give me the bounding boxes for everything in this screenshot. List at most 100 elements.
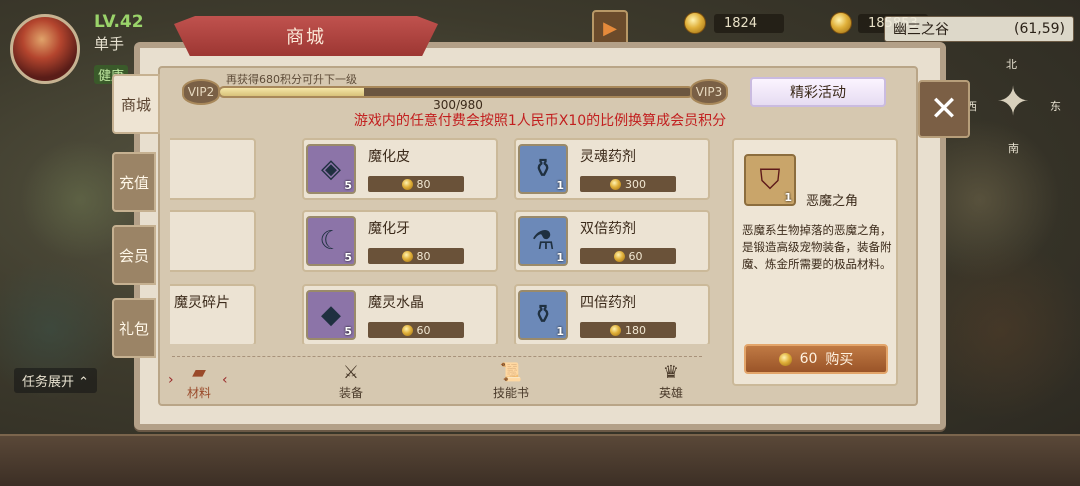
- category-label: 装备: [338, 386, 363, 400]
- location-coords: (61,59): [1013, 21, 1065, 37]
- task-expand-label: 任务展开: [22, 375, 75, 390]
- item-detail-panel: ⛉ 1 恶魔之角 恶魔系生物掉落的恶魔之角，是锻造高级宠物装备，装备附魔、炼金所需…: [732, 138, 898, 386]
- shop-item-card[interactable]: 甲 40: [170, 138, 256, 200]
- coin-icon: [613, 250, 625, 262]
- item-name: 双倍药剂: [580, 221, 636, 237]
- soul-potion-icon: ⚱ 1: [518, 144, 568, 194]
- events-button[interactable]: 精彩活动: [750, 77, 886, 107]
- category-label: 材料: [186, 386, 211, 400]
- category-tab-skill-books[interactable]: 📜 技能书: [476, 362, 546, 402]
- shop-item-card[interactable]: 牙 40: [170, 210, 256, 272]
- compass-rose-icon: ✦: [996, 79, 1030, 125]
- buy-label: 购买: [825, 352, 854, 368]
- category-label: 技能书: [492, 386, 529, 400]
- item-name: 灵魂药剂: [580, 149, 636, 165]
- compass-east: 东: [1050, 100, 1061, 113]
- tab-shop[interactable]: 商城: [112, 74, 160, 134]
- shop-item-card[interactable]: ⚗ 1 双倍药剂 60: [514, 210, 710, 272]
- vip-progress-bar: [218, 86, 694, 98]
- gold-amount: 1824: [714, 13, 784, 33]
- shop-item-card[interactable]: 魔灵碎片 40: [170, 284, 256, 344]
- gold-currency: 1824: [684, 12, 784, 34]
- item-quantity: 5: [344, 251, 352, 264]
- tab-gift-pack[interactable]: 礼包: [112, 298, 156, 358]
- helmet-icon: ♛: [662, 362, 680, 383]
- vip-notice: 游戏内的任意付费会按照1人民币X10的比例换算成会员积分: [353, 113, 727, 129]
- coin-icon: [401, 250, 413, 262]
- item-price: 80: [368, 176, 464, 192]
- green-armor-icon: ◈ 5: [306, 144, 356, 194]
- compass-south: 南: [1008, 142, 1019, 155]
- demon-horn-icon: ⛉ 1: [744, 154, 796, 206]
- double-potion-icon: ⚗ 1: [518, 216, 568, 266]
- item-price: 60: [368, 322, 464, 338]
- compass: 北 西 东 南 ✦: [966, 58, 1061, 155]
- task-expand-button[interactable]: 任务展开 ⌃: [14, 368, 98, 393]
- quad-potion-icon: ⚱ 1: [518, 290, 568, 340]
- close-icon: ✕: [929, 89, 959, 129]
- item-price: 180: [580, 322, 676, 338]
- category-label: 英雄: [658, 386, 683, 400]
- item-quantity: 5: [344, 179, 352, 192]
- item-grid: 甲 40 ◈5 魔化皮 80 ⚱1 灵魂药剂 300 牙 40 ☾5 魔化牙 8…: [170, 134, 710, 344]
- item-price: 80: [368, 248, 464, 264]
- item-name: 魔化皮: [368, 149, 410, 165]
- coin-icon: [610, 178, 621, 190]
- gold-coin-icon: [684, 12, 706, 34]
- location-box[interactable]: 幽三之谷 (61,59): [884, 16, 1074, 42]
- coin-icon: [401, 324, 413, 336]
- category-tab-equipment[interactable]: ⚔ 装备: [316, 362, 386, 402]
- item-name: 魔灵水晶: [368, 295, 424, 311]
- brick-icon: ▰: [192, 362, 206, 383]
- detail-description: 恶魔系生物掉落的恶魔之角，是锻造高级宠物装备，装备附魔、炼金所需要的极品材料。: [742, 223, 892, 271]
- item-quantity: 5: [344, 325, 352, 338]
- crossed-swords-icon: ⚔: [342, 362, 360, 383]
- tab-membership[interactable]: 会员: [112, 225, 156, 285]
- shop-item-card[interactable]: ◆ 5 魔灵水晶 60: [302, 284, 498, 344]
- shop-item-card[interactable]: ◈ 5 魔化皮 80: [302, 138, 498, 200]
- scroll-icon: 📜: [499, 362, 523, 383]
- item-price-value: 60: [416, 323, 431, 337]
- item-price-value: 300: [625, 177, 646, 191]
- crystal-icon: ◆ 5: [306, 290, 356, 340]
- buy-button[interactable]: 60 购买: [744, 344, 888, 374]
- shop-item-card[interactable]: ☾ 5 魔化牙 80: [302, 210, 498, 272]
- player-avatar[interactable]: [10, 14, 80, 84]
- item-name: 四倍药剂: [580, 295, 636, 311]
- shop-title: 商城: [174, 16, 438, 56]
- category-tab-heroes[interactable]: ♛ 英雄: [636, 362, 706, 402]
- location-name: 幽三之谷: [893, 22, 949, 38]
- item-price-value: 80: [416, 177, 431, 191]
- item-price-value: 180: [625, 323, 646, 337]
- buy-price: 60: [799, 351, 818, 367]
- chevron-up-icon: ⌃: [78, 375, 90, 390]
- shop-item-card[interactable]: ⚱ 1 四倍药剂 180: [514, 284, 710, 344]
- coin-icon: [401, 178, 413, 190]
- item-quantity: 1: [556, 251, 564, 264]
- player-level: LV.42: [94, 12, 144, 32]
- category-tab-materials[interactable]: ▰ 材料: [164, 362, 234, 402]
- shop-item-card[interactable]: ⚱ 1 灵魂药剂 300: [514, 138, 710, 200]
- detail-quantity: 1: [784, 191, 792, 204]
- tab-recharge[interactable]: 充值: [112, 152, 156, 212]
- item-quantity: 1: [556, 179, 564, 192]
- vip-progress-fill: [220, 88, 365, 96]
- coin-icon: [610, 324, 621, 336]
- close-button[interactable]: ✕: [918, 80, 970, 138]
- play-icon: ▶: [603, 17, 617, 39]
- play-button[interactable]: ▶: [592, 10, 628, 46]
- vip-hint: 再获得680积分可升下一级: [226, 73, 357, 86]
- bottom-bar: [0, 434, 1080, 486]
- item-price: 60: [580, 248, 676, 264]
- coin-stack-icon: [830, 12, 852, 34]
- item-quantity: 1: [556, 325, 564, 338]
- coin-icon: [778, 352, 792, 366]
- vip-current-badge: VIP2: [182, 79, 220, 105]
- item-price-value: 60: [628, 249, 643, 263]
- item-price: 300: [580, 176, 676, 192]
- item-name: 魔化牙: [368, 221, 410, 237]
- demon-fang-icon: ☾ 5: [306, 216, 356, 266]
- player-name: 单手: [94, 35, 125, 53]
- item-price-value: 80: [416, 249, 431, 263]
- compass-north: 北: [1006, 58, 1017, 71]
